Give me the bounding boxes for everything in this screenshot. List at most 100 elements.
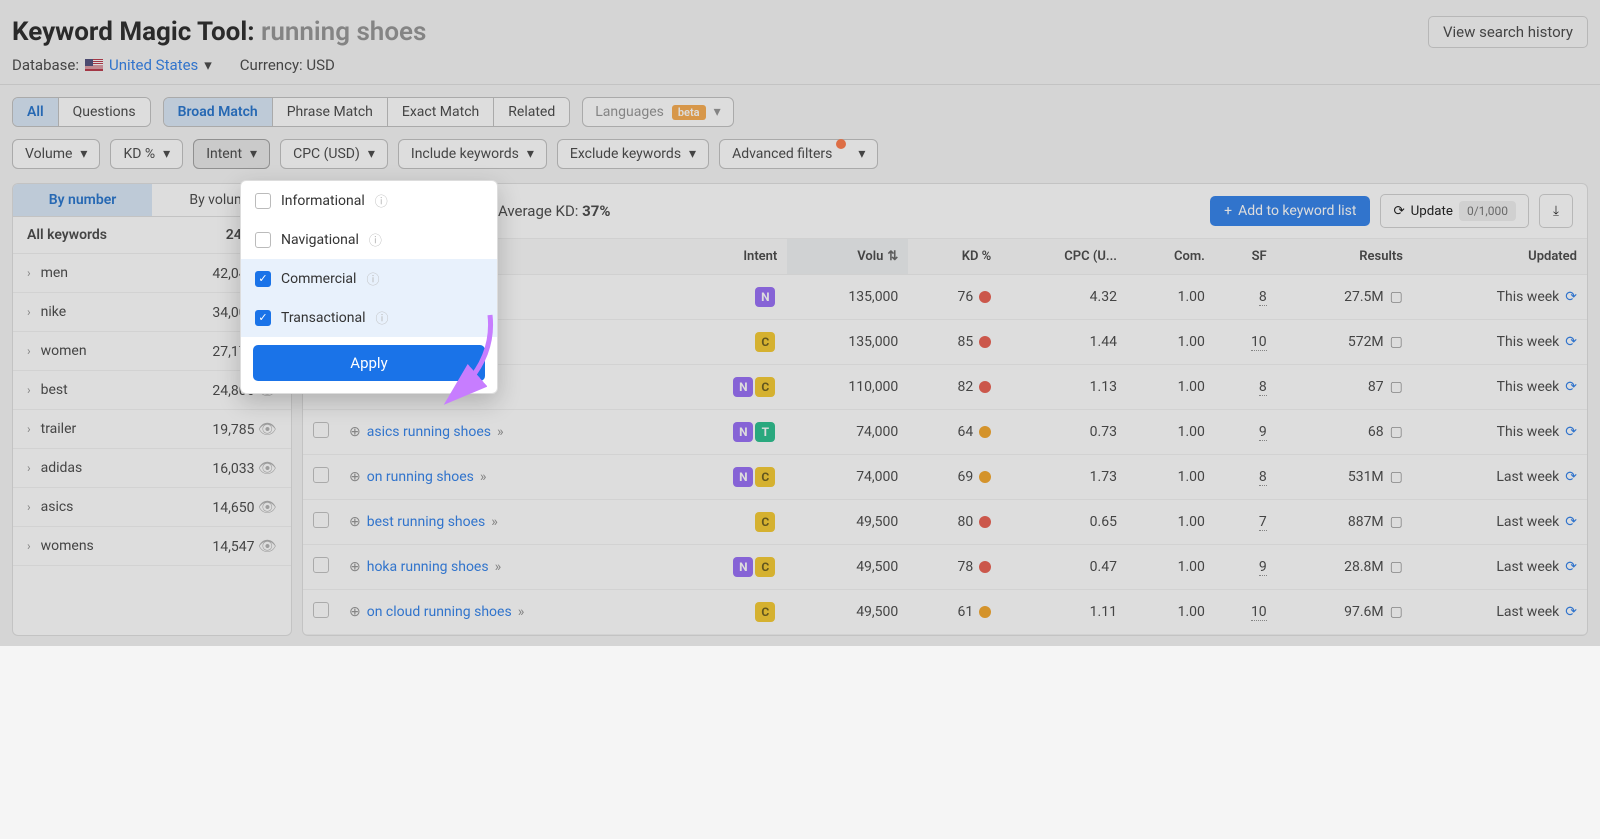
add-icon[interactable]: ⊕: [349, 559, 361, 575]
update-button[interactable]: ⟳Update0/1,000: [1380, 194, 1529, 228]
sidebar-tab-by-number[interactable]: By number: [13, 184, 152, 216]
sidebar-group-womens[interactable]: ›womens14,547 👁: [13, 527, 291, 566]
expand-icon[interactable]: »: [495, 559, 502, 575]
option-label: Informational: [281, 193, 365, 209]
exclude-keywords-filter[interactable]: Exclude keywords ▾: [557, 139, 709, 169]
database-selector[interactable]: Database: United States ▾: [12, 56, 212, 74]
keyword-link[interactable]: on running shoes: [367, 469, 474, 485]
include-keywords-filter[interactable]: Include keywords ▾: [398, 139, 547, 169]
refresh-icon[interactable]: ⟳: [1565, 424, 1577, 440]
cell-volume: 49,500: [787, 500, 908, 545]
tab-questions[interactable]: Questions: [59, 98, 150, 126]
row-checkbox[interactable]: [313, 512, 329, 528]
expand-icon[interactable]: »: [518, 604, 525, 620]
tab-related[interactable]: Related: [494, 98, 569, 126]
checkbox[interactable]: [255, 193, 271, 209]
kd-filter[interactable]: KD % ▾: [110, 139, 183, 169]
col-com[interactable]: Com.: [1127, 239, 1215, 275]
intent-option-navigational[interactable]: Navigationalⓘ: [241, 220, 497, 259]
col-volume[interactable]: Volu⇅: [787, 239, 908, 275]
info-icon[interactable]: ⓘ: [376, 308, 389, 327]
refresh-icon[interactable]: ⟳: [1565, 334, 1577, 350]
page-title: Keyword Magic Tool: running shoes: [12, 17, 426, 47]
chevron-down-icon: ▾: [163, 146, 170, 162]
view-search-history-button[interactable]: View search history: [1428, 16, 1588, 48]
keyword-link[interactable]: on cloud running shoes: [367, 604, 512, 620]
row-checkbox[interactable]: [313, 422, 329, 438]
serp-icon[interactable]: ▢: [1390, 514, 1403, 530]
eye-icon[interactable]: 👁: [258, 420, 277, 438]
apply-button[interactable]: Apply: [253, 345, 485, 381]
add-icon[interactable]: ⊕: [349, 514, 361, 530]
tab-phrase-match[interactable]: Phrase Match: [273, 98, 388, 126]
checkbox[interactable]: ✓: [255, 271, 271, 287]
tab-broad-match[interactable]: Broad Match: [164, 98, 273, 126]
intent-filter[interactable]: Intent ▾: [193, 139, 270, 169]
serp-icon[interactable]: ▢: [1390, 424, 1403, 440]
database-country[interactable]: United States: [109, 56, 198, 74]
col-kd[interactable]: KD %: [908, 239, 1001, 275]
keyword-link[interactable]: hoka running shoes: [367, 559, 489, 575]
group-name: womens: [41, 538, 94, 554]
intent-option-informational[interactable]: Informational ⓘ: [241, 181, 497, 220]
serp-icon[interactable]: ▢: [1390, 379, 1403, 395]
cell-volume: 49,500: [787, 545, 908, 590]
sidebar-group-asics[interactable]: ›asics14,650 👁: [13, 488, 291, 527]
eye-icon[interactable]: 👁: [258, 459, 277, 477]
add-icon[interactable]: ⊕: [349, 604, 361, 620]
col-results[interactable]: Results: [1277, 239, 1413, 275]
advanced-filters[interactable]: Advanced filters ▾: [719, 139, 878, 169]
refresh-icon[interactable]: ⟳: [1565, 514, 1577, 530]
keyword-link[interactable]: asics running shoes: [367, 424, 491, 440]
add-icon[interactable]: ⊕: [349, 424, 361, 440]
cell-com: 1.00: [1127, 590, 1215, 635]
serp-icon[interactable]: ▢: [1390, 334, 1403, 350]
eye-icon[interactable]: 👁: [258, 498, 277, 516]
kd-difficulty-dot: [979, 606, 991, 618]
col-intent[interactable]: Intent: [677, 239, 788, 275]
expand-icon[interactable]: »: [491, 514, 498, 530]
expand-icon[interactable]: »: [480, 469, 487, 485]
col-sf[interactable]: SF: [1215, 239, 1277, 275]
add-icon[interactable]: ⊕: [349, 469, 361, 485]
keyword-link[interactable]: best running shoes: [367, 514, 486, 530]
info-icon[interactable]: ⓘ: [366, 269, 379, 288]
refresh-icon[interactable]: ⟳: [1565, 604, 1577, 620]
serp-icon[interactable]: ▢: [1390, 289, 1403, 305]
add-to-keyword-list-button[interactable]: +Add to keyword list: [1210, 196, 1370, 226]
col-cpc[interactable]: CPC (U...: [1001, 239, 1127, 275]
refresh-icon[interactable]: ⟳: [1565, 559, 1577, 575]
sidebar-group-adidas[interactable]: ›adidas16,033 👁: [13, 449, 291, 488]
tab-all[interactable]: All: [13, 98, 59, 126]
expand-icon[interactable]: »: [497, 424, 504, 440]
col-updated[interactable]: Updated: [1413, 239, 1587, 275]
refresh-icon[interactable]: ⟳: [1565, 289, 1577, 305]
serp-icon[interactable]: ▢: [1390, 559, 1403, 575]
checkbox[interactable]: [255, 232, 271, 248]
intent-option-transactional[interactable]: ✓Transactionalⓘ: [241, 298, 497, 337]
refresh-icon[interactable]: ⟳: [1565, 469, 1577, 485]
cell-sf: 9: [1215, 545, 1277, 590]
info-icon[interactable]: ⓘ: [369, 230, 382, 249]
row-checkbox[interactable]: [313, 557, 329, 573]
cell-results: 97.6M▢: [1277, 590, 1413, 635]
checkbox[interactable]: ✓: [255, 310, 271, 326]
kd-difficulty-dot: [979, 291, 991, 303]
intent-option-commercial[interactable]: ✓Commercialⓘ: [241, 259, 497, 298]
serp-icon[interactable]: ▢: [1390, 604, 1403, 620]
languages-filter[interactable]: Languages beta ▾: [582, 97, 733, 127]
sidebar-group-trailer[interactable]: ›trailer19,785 👁: [13, 410, 291, 449]
tab-exact-match[interactable]: Exact Match: [388, 98, 494, 126]
volume-filter[interactable]: Volume ▾: [12, 139, 100, 169]
export-button[interactable]: ⤓: [1539, 194, 1573, 228]
cell-com: 1.00: [1127, 410, 1215, 455]
info-icon[interactable]: ⓘ: [375, 191, 388, 210]
chevron-right-icon: ›: [27, 305, 31, 319]
cell-kd: 69: [908, 455, 1001, 500]
row-checkbox[interactable]: [313, 602, 329, 618]
cpc-filter[interactable]: CPC (USD) ▾: [280, 139, 388, 169]
eye-icon[interactable]: 👁: [258, 537, 277, 555]
serp-icon[interactable]: ▢: [1390, 469, 1403, 485]
row-checkbox[interactable]: [313, 467, 329, 483]
refresh-icon[interactable]: ⟳: [1565, 379, 1577, 395]
